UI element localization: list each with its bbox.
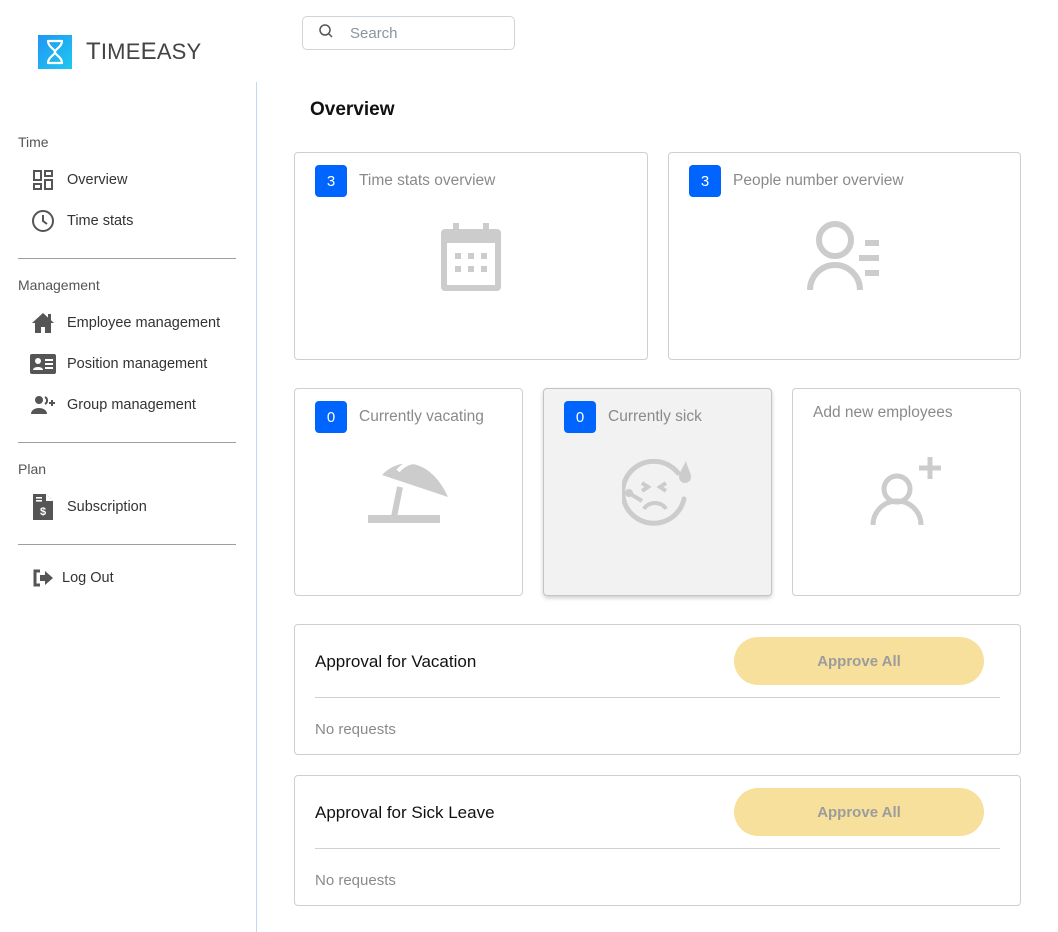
sidebar-divider bbox=[18, 442, 236, 443]
sidebar-divider bbox=[18, 544, 236, 545]
app-name: TIMEEASY bbox=[86, 38, 202, 65]
sidebar-item-overview[interactable]: Overview bbox=[30, 166, 127, 194]
logout-button[interactable]: Log Out bbox=[30, 564, 114, 592]
page-title: Overview bbox=[310, 99, 395, 120]
count-badge: 0 bbox=[564, 401, 596, 433]
empty-state-text: No requests bbox=[315, 721, 396, 738]
card-time-stats-overview[interactable]: 3 Time stats overview bbox=[294, 152, 648, 360]
card-currently-sick[interactable]: 0 Currently sick bbox=[543, 388, 772, 596]
approval-title: Approval for Vacation bbox=[315, 652, 477, 671]
person-list-icon bbox=[806, 220, 883, 297]
count-badge: 3 bbox=[315, 165, 347, 197]
sick-face-icon bbox=[619, 458, 694, 532]
count-badge: 3 bbox=[689, 165, 721, 197]
card-currently-vacating[interactable]: 0 Currently vacating bbox=[294, 388, 523, 596]
card-title: People number overview bbox=[733, 172, 904, 189]
card-title: Currently vacating bbox=[359, 408, 484, 425]
sidebar-item-time-stats[interactable]: Time stats bbox=[30, 207, 133, 235]
id-card-icon bbox=[30, 351, 56, 377]
sidebar-item-label: Subscription bbox=[67, 499, 147, 515]
group-add-icon bbox=[30, 392, 56, 418]
section-label-time: Time bbox=[18, 134, 49, 150]
sidebar-item-label: Group management bbox=[67, 397, 196, 413]
search-icon bbox=[318, 23, 334, 44]
app-logo[interactable]: TIMEEASY bbox=[38, 35, 201, 69]
approval-vacation-panel: Approval for Vacation Approve All No req… bbox=[294, 624, 1021, 755]
empty-state-text: No requests bbox=[315, 872, 396, 889]
card-title: Add new employees bbox=[813, 404, 953, 421]
invoice-dollar-icon: $ bbox=[30, 494, 56, 520]
clock-icon bbox=[30, 208, 56, 234]
sidebar-divider bbox=[18, 258, 236, 259]
sidebar-item-label: Employee management bbox=[67, 315, 221, 331]
approve-all-vacation-button[interactable]: Approve All bbox=[734, 637, 984, 685]
dashboard-icon bbox=[30, 167, 56, 193]
sidebar-item-position-management[interactable]: Position management bbox=[30, 350, 207, 378]
section-label-plan: Plan bbox=[18, 461, 47, 477]
sidebar-item-employee-management[interactable]: Employee management bbox=[30, 309, 220, 337]
svg-text:$: $ bbox=[40, 506, 46, 518]
sidebar-item-label: Time stats bbox=[67, 213, 134, 229]
approval-divider bbox=[315, 848, 1000, 849]
logout-icon bbox=[30, 565, 56, 591]
sidebar-item-subscription[interactable]: $ Subscription bbox=[30, 493, 147, 521]
beach-umbrella-icon bbox=[367, 459, 450, 530]
sidebar-item-group-management[interactable]: Group management bbox=[30, 391, 196, 419]
approval-title: Approval for Sick Leave bbox=[315, 803, 495, 822]
search-box[interactable] bbox=[302, 16, 515, 50]
card-title: Currently sick bbox=[608, 408, 702, 425]
card-title: Time stats overview bbox=[359, 172, 496, 189]
approval-sick-leave-panel: Approval for Sick Leave Approve All No r… bbox=[294, 775, 1021, 906]
approve-all-sick-leave-button[interactable]: Approve All bbox=[734, 788, 984, 836]
logout-label: Log Out bbox=[62, 570, 114, 586]
search-input[interactable] bbox=[350, 24, 500, 42]
person-add-icon bbox=[869, 455, 945, 532]
section-label-management: Management bbox=[18, 277, 100, 293]
home-icon bbox=[30, 310, 56, 336]
hourglass-icon bbox=[38, 35, 72, 69]
sidebar-item-label: Position management bbox=[67, 356, 208, 372]
card-add-new-employees[interactable]: Add new employees bbox=[792, 388, 1021, 596]
count-badge: 0 bbox=[315, 401, 347, 433]
sidebar-item-label: Overview bbox=[67, 172, 128, 188]
card-people-number-overview[interactable]: 3 People number overview bbox=[668, 152, 1021, 360]
approval-divider bbox=[315, 697, 1000, 698]
calendar-icon bbox=[441, 223, 501, 296]
sidebar-border bbox=[256, 82, 257, 932]
